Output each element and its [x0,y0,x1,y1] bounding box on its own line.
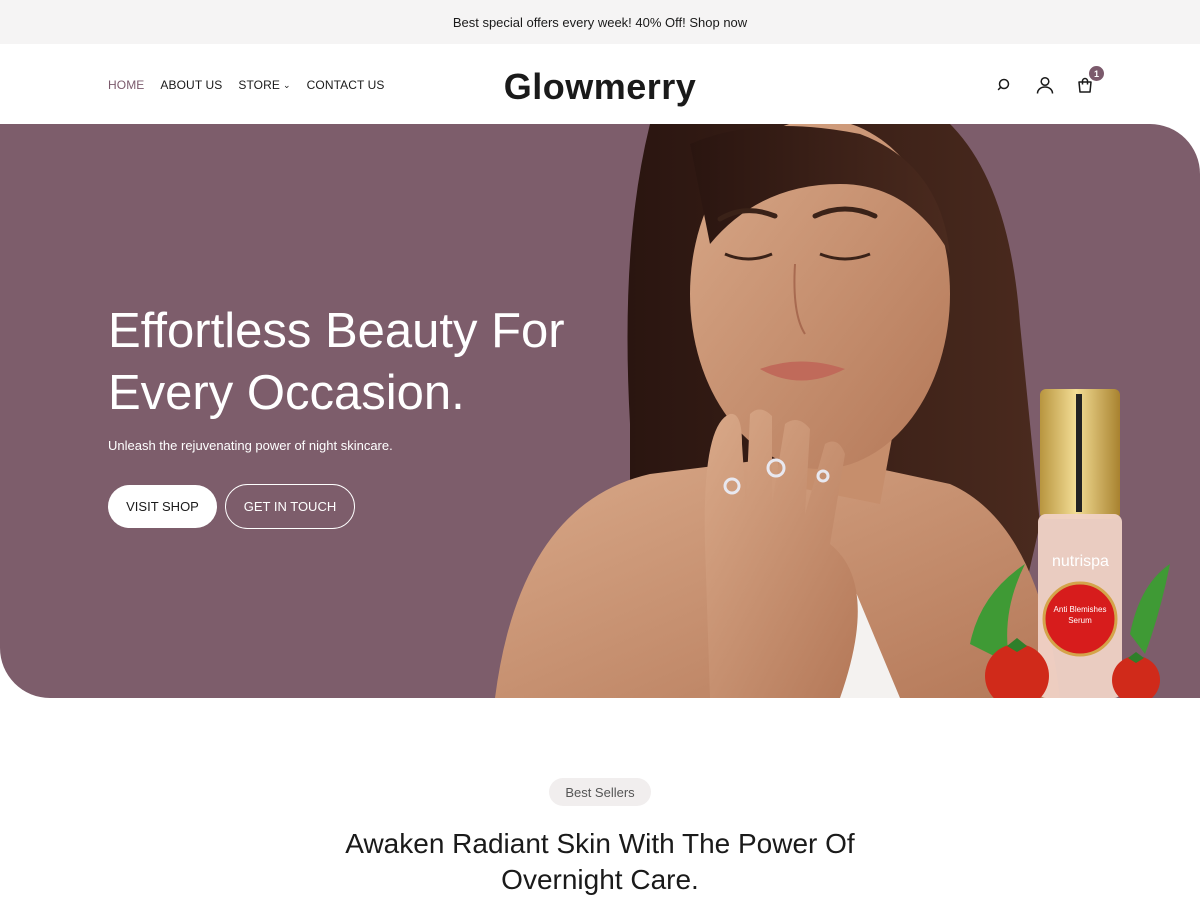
section-title-line1: Awaken Radiant Skin With The Power Of [345,828,855,859]
product-label-line1: Anti Blemishes [1054,605,1107,614]
product-label-line2: Serum [1068,616,1092,625]
user-icon[interactable] [1034,74,1056,96]
best-sellers-tag: Best Sellers [549,778,651,806]
section-title: Awaken Radiant Skin With The Power Of Ov… [300,826,900,898]
product-brand-text: nutrispa [1052,553,1109,570]
announcement-text[interactable]: Best special offers every week! 40% Off!… [453,15,747,30]
hero-title: Effortless Beauty For Every Occasion. [108,300,628,424]
search-icon[interactable] [994,74,1016,96]
hero-subtitle: Unleash the rejuvenating power of night … [108,438,393,453]
header-icons: 1 [994,66,1104,96]
announcement-bar[interactable]: Best special offers every week! 40% Off!… [0,0,1200,44]
hero-title-line1: Effortless Beauty For [108,304,565,358]
hero-title-line2: Every Occasion. [108,366,465,420]
hero-banner: nutrispa Anti Blemishes Serum Effortless… [0,124,1200,698]
site-header: HOME ABOUT US STORE ⌄ CONTACT US Glowmerr… [0,44,1200,124]
visit-shop-button[interactable]: VISIT SHOP [108,485,217,528]
cart-count-badge: 1 [1089,66,1104,81]
get-in-touch-button[interactable]: GET IN TOUCH [225,484,355,529]
cart-icon[interactable]: 1 [1074,66,1104,96]
section-title-line2: Overnight Care. [501,864,699,895]
